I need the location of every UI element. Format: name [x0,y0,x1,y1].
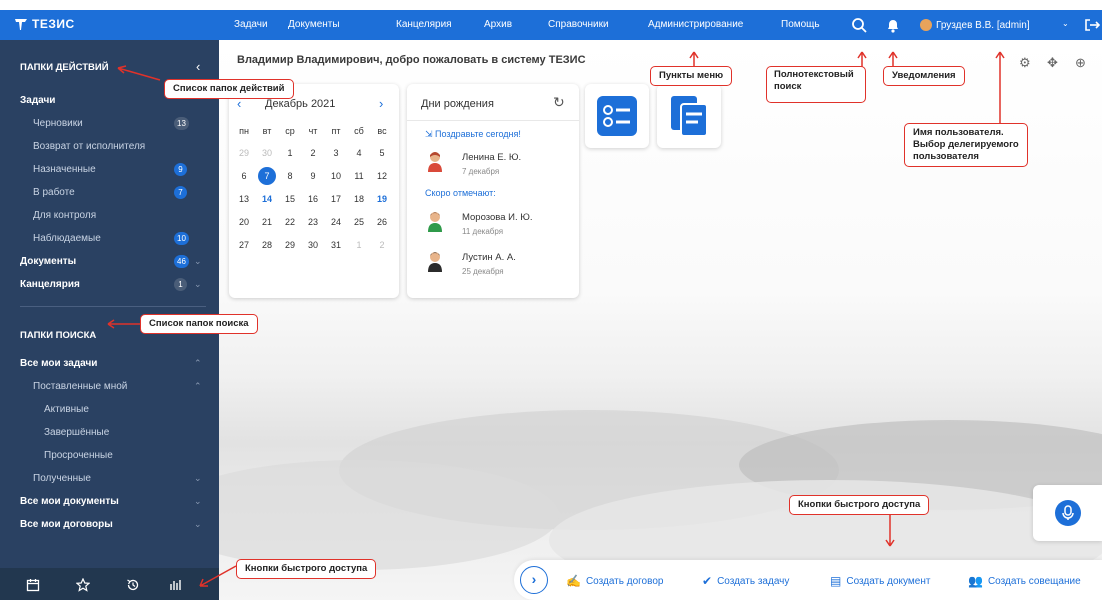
callout-arrows [107,51,1005,587]
callout-menu-items: Пункты меню [650,66,733,86]
callout-notifications: Уведомления [883,66,965,86]
callout-fulltext-search: Полнотекстовый поиск [766,66,866,103]
callout-username: Имя пользователя. Выбор делегируемого по… [904,123,1028,167]
callout-actions-list: Список папок действий [164,79,294,99]
app-window: ТЕЗИС Задачи Документы Канцелярия Архив … [0,10,1102,600]
callout-quick-access-left: Кнопки быстрого доступа [236,559,377,579]
callout-quick-access-right: Кнопки быстрого доступа [789,495,930,515]
callout-search-list: Список папок поиска [140,314,258,334]
